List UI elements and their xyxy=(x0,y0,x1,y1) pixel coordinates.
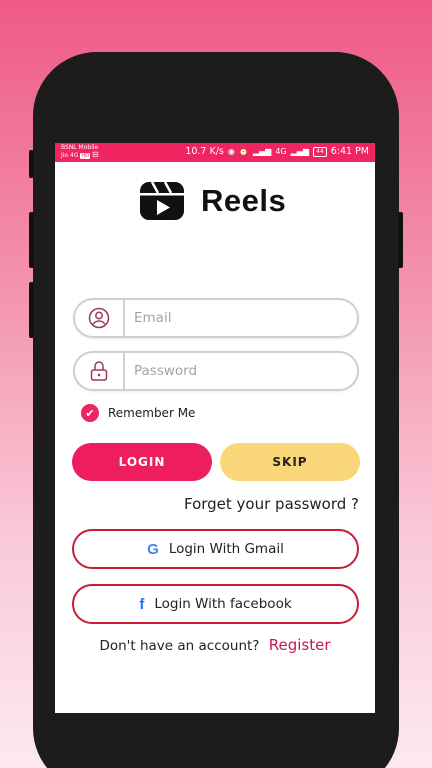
cast-icon: ⊟ xyxy=(91,150,99,159)
volume-button xyxy=(29,282,34,338)
net-speed: 10.7 K/s xyxy=(185,146,224,157)
skip-button[interactable]: SKIP xyxy=(220,443,360,481)
status-bar: BSNL Mobile Jio 4G HD ⊟ 10.7 K/s ◉ ⏰ ▂▄▆… xyxy=(55,143,375,162)
remember-me[interactable]: ✔ Remember Me xyxy=(81,404,195,422)
facebook-login-button[interactable]: f Login With facebook xyxy=(72,584,359,624)
volume-button xyxy=(29,150,34,178)
gmail-login-button[interactable]: G Login With Gmail xyxy=(72,529,359,569)
hd-badge: HD xyxy=(80,153,91,159)
remember-label: Remember Me xyxy=(108,406,196,420)
app-logo: Reels xyxy=(139,181,286,221)
carrier-info: BSNL Mobile Jio 4G HD ⊟ xyxy=(61,144,99,160)
power-button xyxy=(398,212,403,268)
password-field[interactable]: Password xyxy=(73,351,359,391)
register-row: Don't have an account? Register xyxy=(55,636,375,654)
account-prompt: Don't have an account? xyxy=(99,638,260,654)
check-icon[interactable]: ✔ xyxy=(81,404,99,422)
user-icon xyxy=(88,307,110,329)
app-name: Reels xyxy=(201,183,287,218)
email-field[interactable]: Email xyxy=(73,298,359,338)
facebook-label: Login With facebook xyxy=(154,596,292,612)
login-button[interactable]: LOGIN xyxy=(72,443,212,481)
carrier-2: Jio 4G xyxy=(61,152,79,159)
google-icon: G xyxy=(147,540,159,558)
lock-icon-box xyxy=(75,353,125,389)
password-input[interactable]: Password xyxy=(125,363,197,379)
hotspot-icon: ◉ xyxy=(227,147,235,156)
status-right: 10.7 K/s ◉ ⏰ ▂▄▆ 4G ▂▄▆ 44 6:41 PM xyxy=(185,146,369,157)
email-input[interactable]: Email xyxy=(125,310,171,326)
alarm-icon: ⏰ xyxy=(238,147,249,156)
user-icon-box xyxy=(75,300,125,336)
lock-icon xyxy=(90,361,108,381)
clock: 6:41 PM xyxy=(330,146,369,157)
forgot-password-link[interactable]: Forget your password ? xyxy=(184,495,359,513)
signal-type: 4G xyxy=(275,147,287,156)
register-link[interactable]: Register xyxy=(269,636,331,654)
app-screen: BSNL Mobile Jio 4G HD ⊟ 10.7 K/s ◉ ⏰ ▂▄▆… xyxy=(55,143,375,713)
signal-icon-2: ▂▄▆ xyxy=(290,147,310,156)
battery-icon: 44 xyxy=(313,146,327,157)
signal-icon: ▂▄▆ xyxy=(252,147,272,156)
volume-button xyxy=(29,212,34,268)
reels-logo-icon xyxy=(140,181,184,220)
gmail-label: Login With Gmail xyxy=(168,541,284,557)
facebook-icon: f xyxy=(139,595,145,613)
